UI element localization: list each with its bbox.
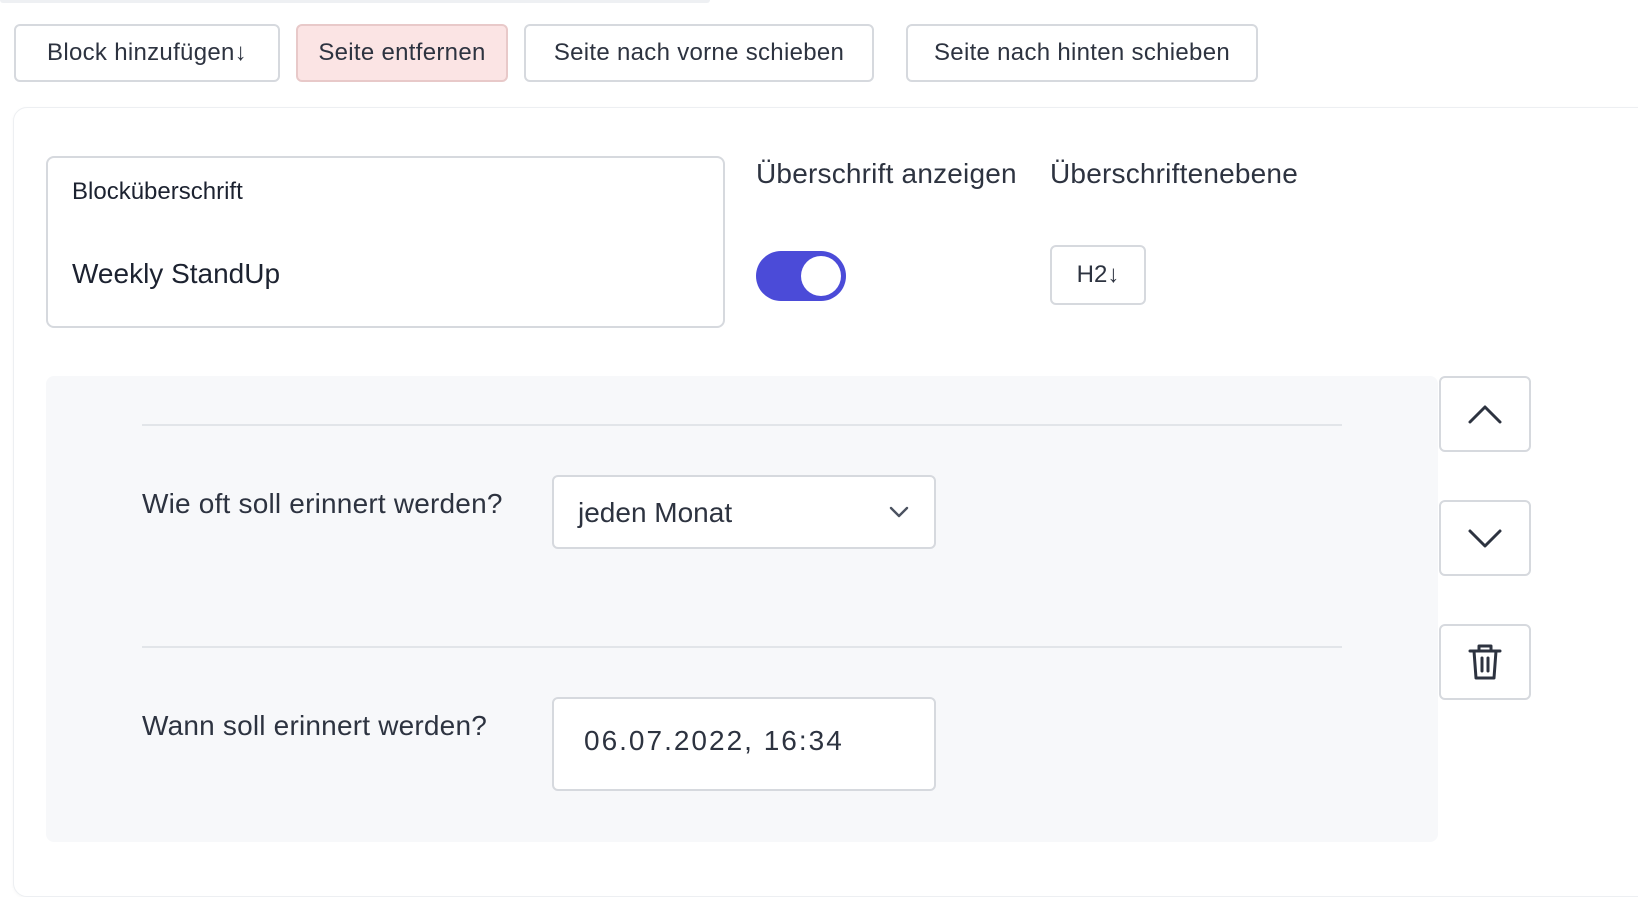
heading-level-label: Überschriftenebene bbox=[1050, 158, 1298, 189]
heading-level-dropdown[interactable]: H2↓ bbox=[1050, 245, 1146, 305]
frequency-select[interactable]: jeden Monat bbox=[552, 475, 936, 549]
datetime-input[interactable]: 06.07.2022, 16:34 bbox=[552, 697, 936, 791]
block-title-label: Blocküberschrift bbox=[72, 178, 243, 205]
move-page-backward-button[interactable]: Seite nach hinten schieben bbox=[906, 24, 1258, 82]
show-heading-label: Überschrift anzeigen bbox=[756, 158, 1017, 189]
move-down-button[interactable] bbox=[1439, 500, 1531, 576]
toggle-knob bbox=[801, 256, 841, 296]
move-page-forward-button[interactable]: Seite nach vorne schieben bbox=[524, 24, 874, 82]
datetime-value: 06.07.2022, 16:34 bbox=[584, 725, 844, 756]
chevron-down-icon bbox=[1468, 529, 1502, 548]
block-title-field[interactable]: Blocküberschrift Weekly StandUp bbox=[46, 156, 725, 328]
show-heading-toggle[interactable] bbox=[756, 251, 846, 301]
frequency-label: Wie oft soll erinnert werden? bbox=[142, 488, 503, 519]
divider bbox=[142, 646, 1342, 648]
trash-icon bbox=[1468, 644, 1502, 680]
chevron-down-icon bbox=[889, 506, 909, 518]
datetime-label: Wann soll erinnert werden? bbox=[142, 710, 488, 741]
frequency-value: jeden Monat bbox=[578, 497, 733, 528]
move-up-button[interactable] bbox=[1439, 376, 1531, 452]
previous-section-edge bbox=[0, 0, 710, 3]
remove-page-button[interactable]: Seite entfernen bbox=[296, 24, 508, 82]
block-title-value[interactable]: Weekly StandUp bbox=[72, 258, 280, 290]
divider bbox=[142, 424, 1342, 426]
add-block-button[interactable]: Block hinzufügen↓ bbox=[14, 24, 280, 82]
delete-button[interactable] bbox=[1439, 624, 1531, 700]
chevron-up-icon bbox=[1468, 405, 1502, 424]
